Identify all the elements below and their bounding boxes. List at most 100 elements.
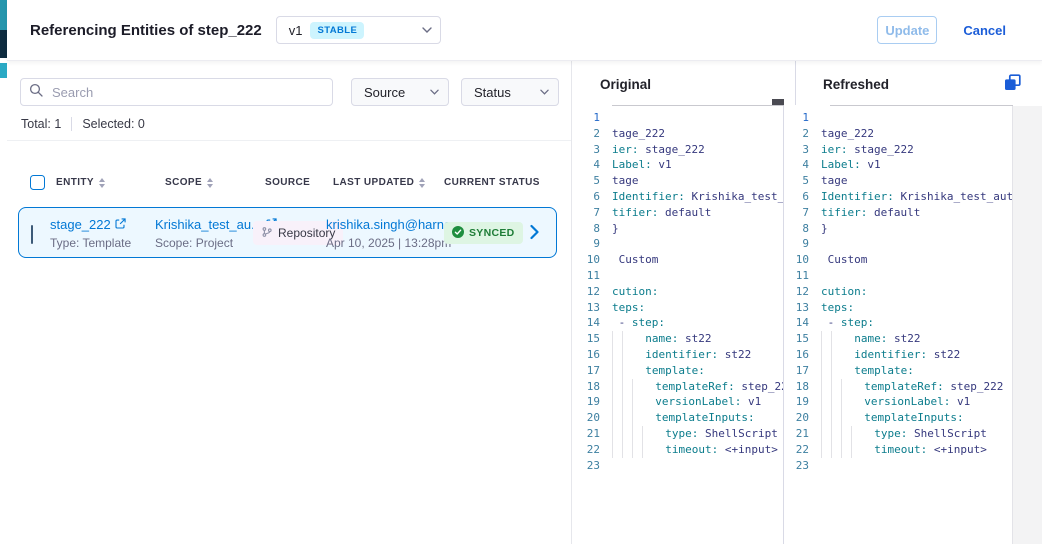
indent-guide: [821, 442, 831, 458]
indent-guide: [612, 426, 622, 442]
source-filter-label: Source: [364, 85, 405, 100]
indent-guide: [831, 394, 841, 410]
indent-guide: [821, 379, 831, 395]
page-title: Referencing Entities of step_222: [30, 22, 262, 39]
status-filter-label: Status: [474, 85, 511, 100]
indent-guide: [622, 410, 632, 426]
indent-guide: [841, 442, 851, 458]
code-line: 1: [785, 110, 1012, 126]
indent-guide: [841, 426, 851, 442]
refreshed-code-pane[interactable]: 12tage_2223ier: stage_2224Label: v15tage…: [785, 106, 1013, 544]
original-code-pane[interactable]: 12tage_2223ier: stage_2224Label: v15tage…: [576, 106, 784, 544]
background-icon-fragment: [0, 63, 7, 78]
code-line: 20 templateInputs:: [785, 410, 1012, 426]
modal-body: Source Status Total: 1: [7, 61, 1042, 544]
code-line: 19 versionLabel: v1: [576, 394, 783, 410]
selected-count: Selected: 0: [82, 117, 145, 131]
code-line: 2tage_222: [576, 126, 783, 142]
code-line: 14 - step:: [576, 315, 783, 331]
stable-badge: STABLE: [310, 22, 364, 39]
indent-guide: [821, 426, 831, 442]
code-line: 22 timeout: <+input>: [576, 442, 783, 458]
copy-icon[interactable]: [1002, 74, 1022, 94]
indent-guide: [632, 426, 642, 442]
column-entity: ENTITY: [56, 177, 105, 188]
status-filter-dropdown[interactable]: Status: [461, 78, 559, 106]
chevron-down-icon: [422, 27, 432, 33]
code-line: 18 templateRef: step_222: [785, 379, 1012, 395]
indent-guide: [642, 442, 652, 458]
indent-guide: [841, 410, 851, 426]
code-line: 22 timeout: <+input>: [785, 442, 1012, 458]
indent-guide: [642, 426, 652, 442]
code-line: 10 Custom: [576, 252, 783, 268]
code-line: 17 template:: [576, 363, 783, 379]
select-all-checkbox[interactable]: [30, 175, 45, 190]
indent-guide: [612, 442, 622, 458]
search-box[interactable]: [20, 78, 333, 106]
indent-guide: [622, 426, 632, 442]
code-line: 2tage_222: [785, 126, 1012, 142]
screen: Referencing Entities of step_222 v1 STAB…: [0, 0, 1042, 544]
code-line: 16 identifier: st22: [785, 347, 1012, 363]
sort-icon[interactable]: [99, 178, 105, 188]
code-line: 23: [785, 458, 1012, 474]
entity-link[interactable]: stage_222: [50, 217, 126, 232]
cancel-button[interactable]: Cancel: [957, 22, 1012, 39]
indent-guide: [821, 347, 831, 363]
table-header: ENTITY SCOPE SOURCE LAST UPDATED: [7, 175, 571, 193]
code-line: 10 Custom: [785, 252, 1012, 268]
column-last-updated: LAST UPDATED: [333, 177, 425, 188]
code-line: 9: [576, 236, 783, 252]
code-line: 20 templateInputs:: [576, 410, 783, 426]
indent-guide: [612, 347, 622, 363]
indent-guide: [831, 410, 841, 426]
table-row[interactable]: stage_222 Type: Template Krishika_test_a…: [18, 207, 557, 258]
code-line: 18 templateRef: step_222: [576, 379, 783, 395]
indent-guide: [831, 426, 841, 442]
status-cell: SYNCED: [444, 222, 523, 244]
indent-guide: [851, 442, 861, 458]
refreshed-panel-title: Refreshed: [823, 77, 889, 92]
code-line: 21 type: ShellScript: [576, 426, 783, 442]
update-button[interactable]: Update: [877, 16, 937, 44]
entities-section: Source Status Total: 1: [7, 61, 572, 544]
code-line: 8}: [785, 221, 1012, 237]
sort-icon[interactable]: [207, 178, 213, 188]
row-expand-chevron[interactable]: [530, 224, 539, 245]
background-topbar-fragment: [0, 0, 7, 30]
indent-guide: [831, 347, 841, 363]
indent-guide: [632, 442, 642, 458]
code-line: 5tage: [576, 173, 783, 189]
code-line: 15 name: st22: [576, 331, 783, 347]
sort-icon[interactable]: [419, 178, 425, 188]
code-line: 8}: [576, 221, 783, 237]
version-select[interactable]: v1 STABLE: [276, 16, 441, 44]
indent-guide: [622, 347, 632, 363]
indent-guide: [841, 379, 851, 395]
indent-guide: [622, 394, 632, 410]
code-line: 19 versionLabel: v1: [785, 394, 1012, 410]
code-line: 12cution:: [785, 284, 1012, 300]
code-line: 11: [785, 268, 1012, 284]
indent-guide: [851, 426, 861, 442]
indent-guide: [622, 331, 632, 347]
code-line: 11: [576, 268, 783, 284]
code-line: 17 template:: [785, 363, 1012, 379]
indent-guide: [821, 363, 831, 379]
row-checkbox[interactable]: [31, 226, 33, 244]
background-app-strip: [0, 0, 7, 544]
search-icon: [29, 83, 43, 102]
source-filter-dropdown[interactable]: Source: [351, 78, 449, 106]
code-line: 6Identifier: Krishika_test_aut: [785, 189, 1012, 205]
entity-type: Type: Template: [50, 236, 131, 250]
indent-guide: [612, 363, 622, 379]
indent-guide: [821, 394, 831, 410]
indent-guide: [612, 410, 622, 426]
indent-guide: [622, 442, 632, 458]
code-line: 14 - step:: [785, 315, 1012, 331]
yaml-diff-section: Original Refreshed 12tage_2223ier: stage…: [572, 61, 1042, 544]
indent-guide: [632, 410, 642, 426]
search-input[interactable]: [50, 84, 324, 101]
divider: [795, 61, 796, 105]
